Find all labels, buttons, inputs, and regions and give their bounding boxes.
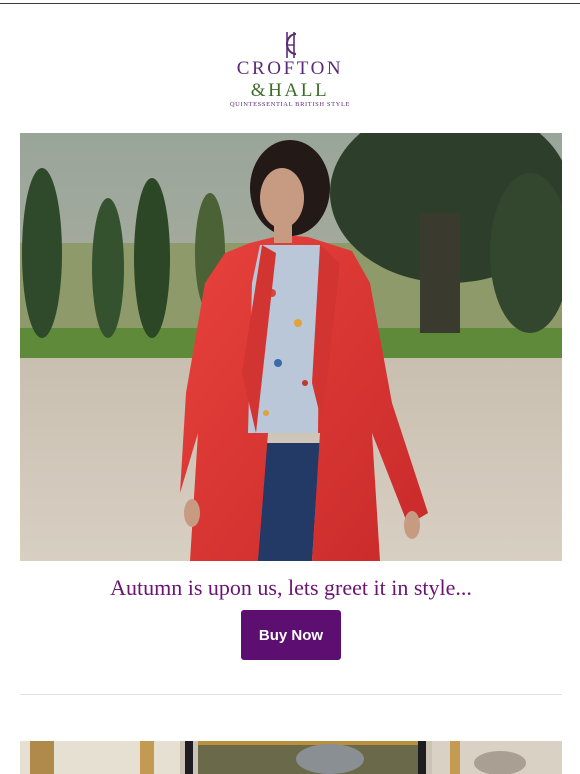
brand-name-line1: CROFTON xyxy=(236,58,344,79)
next-section-image-link[interactable] xyxy=(20,741,562,774)
hero-image-link[interactable] xyxy=(20,133,562,561)
promo-headline: Autumn is upon us, lets greet it in styl… xyxy=(110,575,472,600)
monogram-icon xyxy=(286,32,297,58)
buy-now-button[interactable]: Buy Now xyxy=(241,610,341,660)
section-divider xyxy=(20,694,562,695)
brand-logo[interactable]: CROFTON &HALL QUINTESSENTIAL BRITISH STY… xyxy=(190,28,390,112)
hero-photo xyxy=(20,133,562,561)
interior-photo xyxy=(20,741,562,774)
brand-tagline: QUINTESSENTIAL BRITISH STYLE xyxy=(229,101,351,108)
top-rule xyxy=(0,3,580,4)
brand-name-line2: &HALL xyxy=(250,80,330,101)
